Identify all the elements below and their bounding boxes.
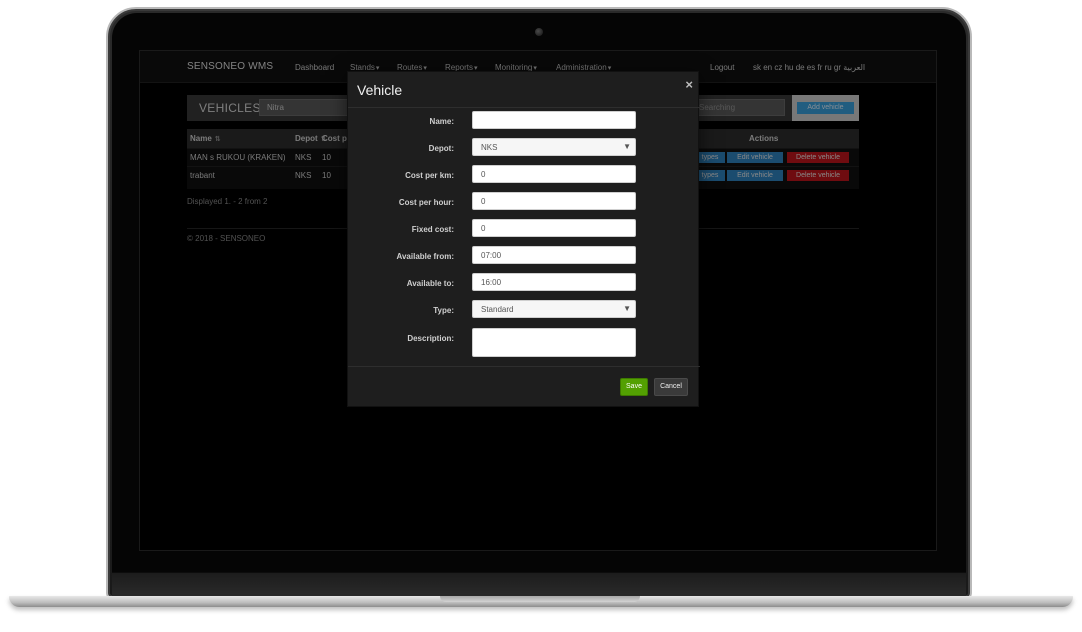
available-to-input[interactable]: 16:00 <box>472 273 636 291</box>
cost-per-hour-input[interactable]: 0 <box>472 192 636 210</box>
label-cost-per-hour: Cost per hour: <box>398 198 454 207</box>
laptop-chin <box>112 572 966 599</box>
type-select[interactable]: Standard ▼ <box>472 300 636 318</box>
chevron-down-icon: ▼ <box>623 142 631 151</box>
cancel-button[interactable]: Cancel <box>654 378 688 396</box>
label-type: Type: <box>433 306 454 315</box>
laptop-notch <box>440 596 640 602</box>
label-depot: Depot: <box>428 144 454 153</box>
cost-per-km-input[interactable]: 0 <box>472 165 636 183</box>
chevron-down-icon: ▼ <box>623 304 631 313</box>
save-button[interactable]: Save <box>620 378 648 396</box>
label-available-to: Available to: <box>406 279 454 288</box>
label-available-from: Available from: <box>396 252 455 261</box>
modal-header: Vehicle × <box>348 72 700 108</box>
available-from-input[interactable]: 07:00 <box>472 246 636 264</box>
label-description: Description: <box>407 334 454 343</box>
modal-title: Vehicle <box>357 82 403 98</box>
close-icon[interactable]: × <box>685 78 693 91</box>
label-fixed-cost: Fixed cost: <box>411 225 454 234</box>
label-cost-per-km: Cost per km: <box>405 171 454 180</box>
modal-footer: Save Cancel <box>348 366 700 408</box>
fixed-cost-input[interactable]: 0 <box>472 219 636 237</box>
description-textarea[interactable] <box>472 328 636 357</box>
vehicle-modal: Vehicle × Name: Depot: NKS ▼ Cost per km… <box>347 71 700 408</box>
label-name: Name: <box>429 117 454 126</box>
laptop-screen: SENSONEO WMS Dashboard Stands Routes Rep… <box>139 50 937 551</box>
name-input[interactable] <box>472 111 636 129</box>
depot-select[interactable]: NKS ▼ <box>472 138 636 156</box>
camera-icon <box>535 28 543 36</box>
